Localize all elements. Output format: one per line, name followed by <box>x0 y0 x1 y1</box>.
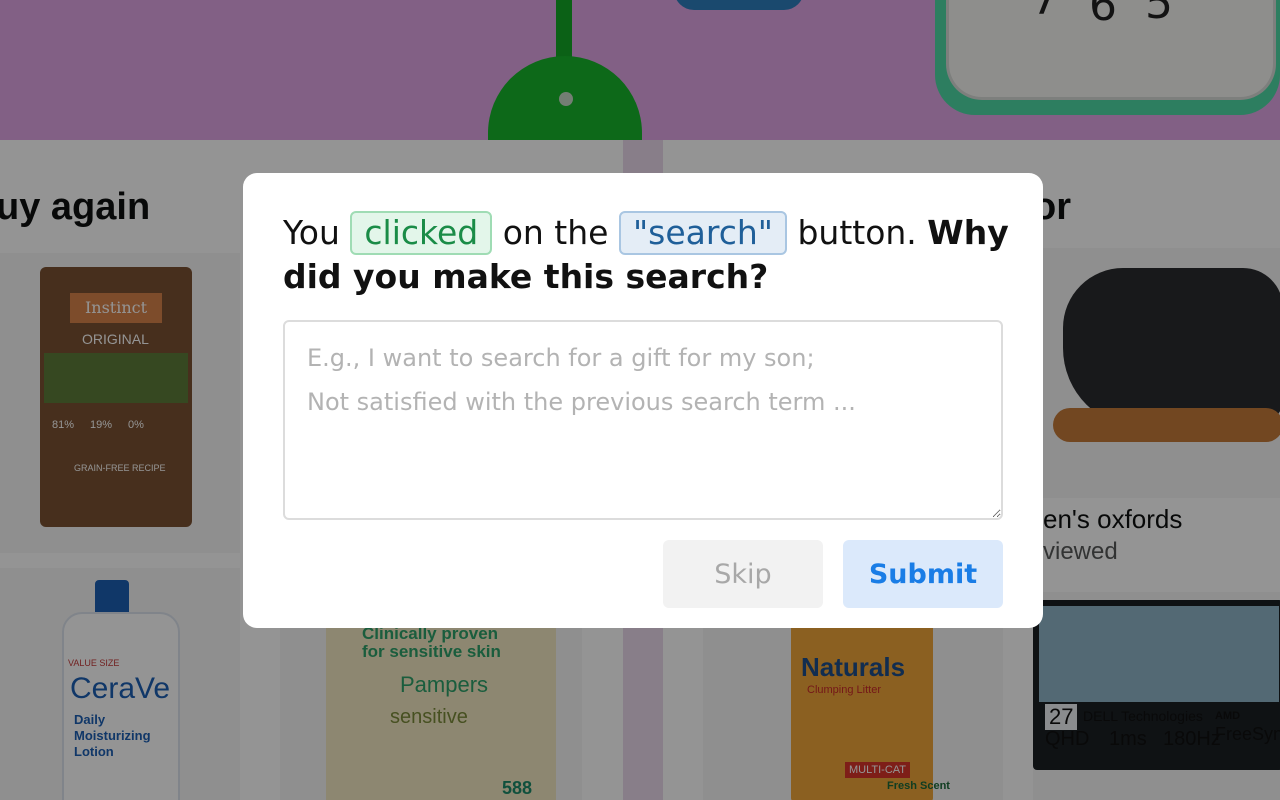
skip-button[interactable]: Skip <box>663 540 823 608</box>
question-suffix: button. <box>797 213 917 252</box>
dialog-question: You clicked on the "search" button. Why … <box>283 211 1013 299</box>
target-chip: "search" <box>618 211 787 255</box>
reason-input[interactable] <box>283 320 1003 520</box>
question-prefix: You <box>283 213 340 252</box>
question-middle: on the <box>502 213 609 252</box>
action-chip: clicked <box>350 211 493 255</box>
search-feedback-dialog: You clicked on the "search" button. Why … <box>243 173 1043 628</box>
submit-button[interactable]: Submit <box>843 540 1003 608</box>
